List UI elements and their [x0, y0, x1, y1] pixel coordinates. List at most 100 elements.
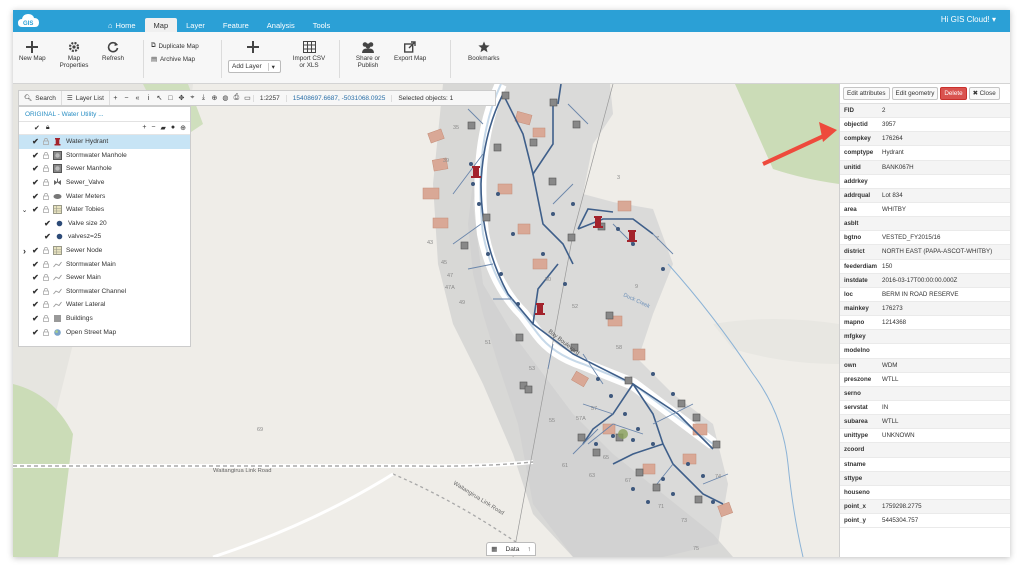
zoom-extent-icon[interactable]: ⊕ — [209, 91, 220, 105]
visibility-checkbox[interactable]: ✔ — [30, 164, 41, 173]
visibility-checkbox[interactable]: ✔ — [30, 246, 41, 255]
lock-icon[interactable] — [41, 151, 51, 159]
remove-layer-icon[interactable]: − — [151, 124, 155, 132]
layer-row[interactable]: ✔ Sewer Manhole — [19, 162, 190, 176]
lock-icon[interactable] — [41, 260, 51, 268]
lock-icon[interactable] — [41, 165, 51, 173]
share-publish-button[interactable]: Share or Publish — [351, 41, 385, 69]
gis-cloud-logo[interactable]: GIS — [17, 12, 41, 29]
map-properties-button[interactable]: Map Properties — [59, 41, 89, 69]
coordinate-readout: 15408697.6687, -5031068.0925 — [285, 94, 392, 102]
layer-row[interactable]: ✔ Open Street Map — [19, 325, 190, 339]
user-icon[interactable]: ● — [171, 124, 175, 132]
pan-icon[interactable]: ✥ — [176, 91, 187, 105]
folder-icon[interactable]: ▰ — [161, 124, 166, 132]
lock-icon[interactable] — [41, 192, 51, 200]
visibility-checkbox[interactable]: ✔ — [30, 260, 41, 269]
layer-row[interactable]: ✔ Valve size 20 — [19, 217, 190, 231]
layer-row[interactable]: ✔ Water Lateral — [19, 298, 190, 312]
lock-icon[interactable] — [41, 247, 51, 254]
layer-list-button[interactable]: ☰ Layer List — [62, 91, 110, 105]
layer-row[interactable]: ✔ Water Hydrant — [19, 135, 190, 149]
svg-text:35: 35 — [453, 125, 459, 131]
map-title[interactable]: ORIGINAL - Water Utility ... — [19, 107, 190, 122]
data-tab[interactable]: ▦ Data ↑ — [486, 542, 536, 556]
zoom-out-icon[interactable]: − — [121, 91, 132, 105]
edit-attributes-button[interactable]: Edit attributes — [843, 87, 890, 100]
export-map-button[interactable]: Export Map — [394, 41, 426, 62]
lock-icon[interactable] — [41, 179, 51, 186]
delete-button[interactable]: Delete — [940, 87, 967, 100]
tab-home[interactable]: ⌂ Home — [99, 18, 145, 32]
archive-map-button[interactable]: ▤ Archive Map — [151, 56, 195, 63]
user-menu[interactable]: Hi GIS Cloud! ▾ — [941, 15, 996, 24]
chevron-right-icon[interactable]: › — [19, 246, 30, 256]
layer-row[interactable]: ✔ Stormwater Channel — [19, 285, 190, 299]
back-icon[interactable]: « — [132, 91, 143, 105]
lock-icon[interactable] — [41, 206, 51, 214]
info-icon[interactable]: i — [143, 91, 154, 105]
layer-row[interactable]: ✔ Buildings — [19, 312, 190, 326]
attribute-key: compkey — [844, 135, 871, 143]
visibility-checkbox[interactable]: ✔ — [30, 205, 41, 214]
visibility-checkbox[interactable]: ✔ — [42, 219, 53, 228]
edit-geometry-button[interactable]: Edit geometry — [891, 87, 939, 100]
visibility-checkbox[interactable]: ✔ — [30, 137, 41, 146]
layer-row[interactable]: ✔ Stormwater Manhole — [19, 149, 190, 163]
image-icon[interactable]: ▭ — [242, 91, 253, 105]
tab-analysis[interactable]: Analysis — [258, 18, 304, 32]
visibility-checkbox[interactable]: ✔ — [30, 314, 41, 323]
layer-row[interactable]: › ✔ Sewer Node — [19, 244, 190, 258]
close-button[interactable]: ✖ Close — [968, 87, 1000, 100]
zoom-in-icon[interactable]: + — [110, 91, 121, 105]
visibility-checkbox[interactable]: ✔ — [30, 178, 41, 187]
select-box-icon[interactable]: □ — [165, 91, 176, 105]
lock-all-icon[interactable]: 🔒︎ — [46, 124, 50, 132]
attribute-row: instdate 2016-03-17T00:00:00.000Z — [840, 273, 1010, 288]
lock-icon[interactable] — [41, 274, 51, 282]
lock-icon[interactable] — [41, 328, 51, 336]
visibility-checkbox[interactable]: ✔ — [30, 192, 41, 201]
bookmarks-button[interactable]: Bookmarks — [468, 41, 500, 62]
duplicate-map-button[interactable]: ⧉ Duplicate Map — [151, 42, 199, 50]
add-layer-select[interactable]: Add Layer ▾ — [228, 60, 281, 73]
tab-tools[interactable]: Tools — [304, 18, 340, 32]
visibility-checkbox[interactable]: ✔ — [30, 273, 41, 282]
chevron-down-icon[interactable]: ⌄ — [19, 206, 30, 214]
visibility-checkbox[interactable]: ✔ — [30, 151, 41, 160]
add-layer-plus-button[interactable] — [247, 41, 259, 55]
lock-icon[interactable] — [41, 138, 51, 146]
import-csv-button[interactable]: Import CSV or XLS — [289, 41, 329, 69]
zoom-layer-icon[interactable]: ⊕ — [180, 124, 186, 132]
lock-icon[interactable] — [41, 301, 51, 309]
refresh-button[interactable]: Refresh — [102, 41, 124, 62]
search-button[interactable]: 🔍︎ Search — [19, 91, 62, 105]
download-icon[interactable]: ⤓ — [198, 91, 209, 105]
check-all-icon[interactable]: ✔ — [34, 124, 40, 132]
tab-feature[interactable]: Feature — [214, 18, 258, 32]
add-layer-icon[interactable]: + — [142, 124, 146, 132]
layer-row[interactable]: ✔ Sewer Main — [19, 271, 190, 285]
attribute-row: mainkey 176273 — [840, 301, 1010, 317]
visibility-checkbox[interactable]: ✔ — [42, 232, 53, 241]
layer-row[interactable]: ⌄ ✔ Water Tobies — [19, 203, 190, 217]
layer-row[interactable]: ✔ valvesz=25 — [19, 230, 190, 244]
layer-row[interactable]: ✔ Sewer_Valve — [19, 176, 190, 190]
visibility-checkbox[interactable]: ✔ — [30, 287, 41, 296]
tab-layer[interactable]: Layer — [177, 18, 214, 32]
visibility-checkbox[interactable]: ✔ — [30, 328, 41, 337]
tab-map[interactable]: Map — [144, 18, 178, 32]
new-map-button[interactable]: New Map — [19, 41, 46, 62]
visibility-checkbox[interactable]: ✔ — [30, 300, 41, 309]
lock-icon[interactable] — [41, 287, 51, 295]
layer-row[interactable]: ✔ Water Meters — [19, 189, 190, 203]
attribute-value: Lot 834 — [882, 191, 903, 199]
divider — [221, 40, 222, 78]
attribute-value: UNKNOWN — [882, 432, 915, 440]
print-icon[interactable]: ⎙ — [231, 91, 242, 105]
globe-icon[interactable]: ◍ — [220, 91, 231, 105]
measure-icon[interactable]: ⌖ — [187, 91, 198, 105]
lock-icon[interactable] — [41, 315, 51, 322]
layer-row[interactable]: ✔ Stormwater Main — [19, 257, 190, 271]
pointer-icon[interactable]: ↖ — [154, 91, 165, 105]
